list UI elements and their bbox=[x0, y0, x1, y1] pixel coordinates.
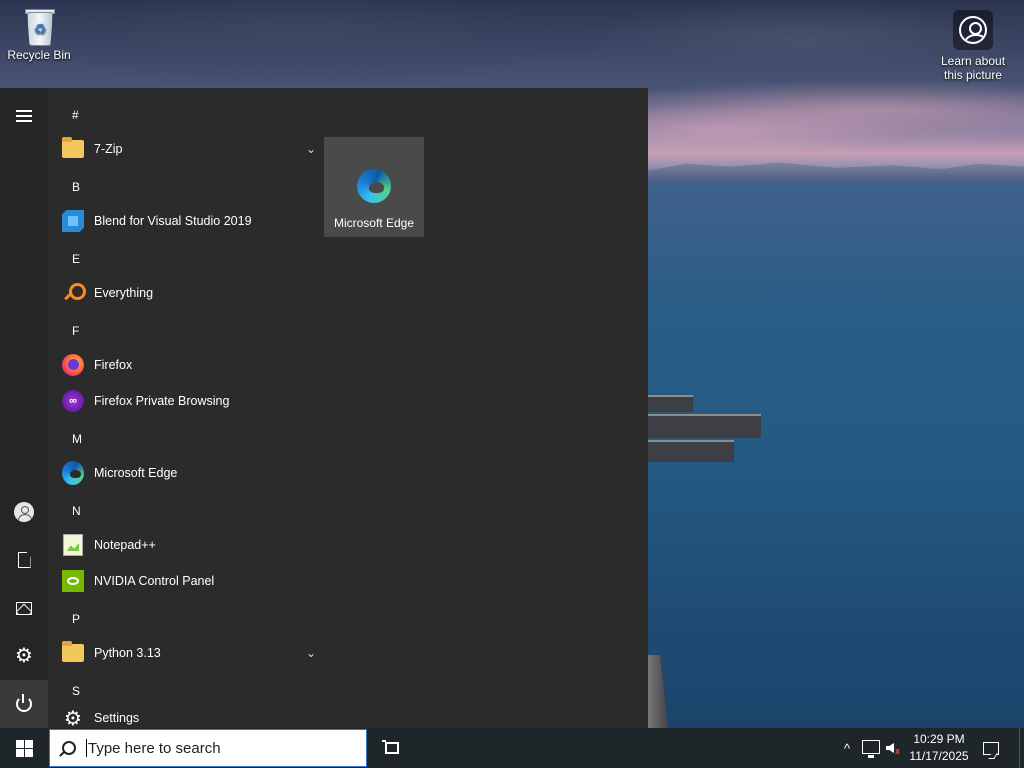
network-icon[interactable] bbox=[862, 740, 880, 758]
section-header[interactable]: S bbox=[72, 684, 80, 698]
show-hidden-icons-button[interactable]: ^ bbox=[838, 728, 856, 768]
hamburger-menu-icon bbox=[16, 110, 32, 122]
app-item-everything[interactable]: Everything bbox=[62, 275, 318, 311]
section-header[interactable]: P bbox=[72, 612, 80, 626]
section-header[interactable]: # bbox=[72, 108, 79, 122]
volume-muted-icon[interactable]: x bbox=[886, 740, 904, 756]
app-item-notepadpp[interactable]: Notepad++ bbox=[62, 527, 318, 563]
app-label: NVIDIA Control Panel bbox=[94, 574, 215, 588]
wallpaper-cliff bbox=[648, 655, 668, 728]
chevron-up-icon: ^ bbox=[843, 740, 851, 756]
section-header[interactable]: M bbox=[72, 432, 82, 446]
section-header[interactable]: N bbox=[72, 504, 81, 518]
chevron-down-icon: ⌄ bbox=[305, 142, 317, 156]
pictures-button[interactable] bbox=[0, 584, 48, 632]
app-label: Microsoft Edge bbox=[94, 466, 178, 480]
app-label: Firefox Private Browsing bbox=[94, 394, 230, 408]
app-label: 7-Zip bbox=[94, 142, 123, 156]
task-view-button[interactable] bbox=[380, 728, 404, 768]
wallpaper-pier bbox=[648, 414, 761, 438]
section-header[interactable]: F bbox=[72, 324, 79, 338]
search-placeholder: Type here to search bbox=[88, 739, 221, 757]
app-label: Notepad++ bbox=[94, 538, 156, 552]
notification-icon bbox=[983, 741, 999, 755]
app-label: Settings bbox=[94, 711, 140, 725]
user-icon bbox=[14, 502, 34, 522]
app-label: Firefox bbox=[94, 358, 133, 372]
edge-icon bbox=[357, 169, 391, 203]
power-button[interactable] bbox=[0, 680, 48, 728]
clock-time: 10:29 PM bbox=[913, 732, 965, 746]
tile-label: Microsoft Edge bbox=[333, 216, 415, 230]
app-item-blend[interactable]: Blend for Visual Studio 2019 bbox=[62, 203, 318, 239]
muted-mark: x bbox=[895, 746, 901, 756]
start-menu: ⚙ # 7-Zip ⌄ B Blend for Visual Studio 20… bbox=[0, 88, 648, 728]
app-list: # 7-Zip ⌄ B Blend for Visual Studio 2019… bbox=[48, 88, 320, 728]
clock-date: 11/17/2025 bbox=[909, 749, 969, 763]
gear-icon: ⚙ bbox=[64, 707, 82, 729]
chevron-down-icon: ⌄ bbox=[305, 646, 317, 660]
app-label: Python 3.13 bbox=[94, 646, 161, 660]
app-item-firefox-private[interactable]: ∞ Firefox Private Browsing bbox=[62, 383, 318, 419]
start-menu-rail: ⚙ bbox=[0, 88, 48, 728]
search-icon bbox=[62, 741, 76, 755]
task-view-icon bbox=[382, 740, 399, 754]
power-icon bbox=[16, 694, 32, 712]
document-icon bbox=[17, 552, 31, 568]
start-button[interactable] bbox=[0, 728, 48, 768]
clock[interactable]: 10:29 PM 11/17/2025 bbox=[905, 731, 973, 765]
taskbar-search-box[interactable]: Type here to search bbox=[49, 729, 367, 767]
app-item-python[interactable]: Python 3.13 ⌄ bbox=[62, 635, 318, 671]
taskbar: Type here to search ^ x 10:29 PM 11/17/2… bbox=[0, 728, 1024, 768]
app-item-7zip[interactable]: 7-Zip ⌄ bbox=[62, 131, 318, 167]
action-center-button[interactable] bbox=[981, 728, 1001, 768]
everything-search-icon bbox=[63, 283, 86, 303]
section-header[interactable]: B bbox=[72, 180, 80, 194]
app-label: Blend for Visual Studio 2019 bbox=[94, 214, 252, 228]
text-cursor bbox=[86, 739, 87, 757]
account-button[interactable] bbox=[0, 488, 48, 536]
firefox-icon bbox=[62, 354, 84, 376]
section-header[interactable]: E bbox=[72, 252, 80, 266]
app-item-microsoft-edge[interactable]: Microsoft Edge bbox=[62, 455, 318, 491]
tile-area: Microsoft Edge bbox=[320, 88, 648, 728]
tile-microsoft-edge[interactable]: Microsoft Edge bbox=[324, 137, 424, 237]
desktop-icon-label: Recycle Bin bbox=[7, 48, 71, 62]
show-desktop-button[interactable] bbox=[1019, 728, 1024, 768]
nvidia-icon bbox=[62, 570, 84, 592]
desktop-icon-learn-about-picture[interactable]: Learn about this picture bbox=[932, 10, 1014, 82]
app-label: Everything bbox=[94, 286, 154, 300]
desktop-icon-label: Learn about this picture bbox=[940, 54, 1006, 82]
folder-icon bbox=[62, 641, 84, 662]
documents-button[interactable] bbox=[0, 536, 48, 584]
blend-icon bbox=[62, 210, 84, 232]
notepadpp-icon bbox=[63, 534, 83, 556]
app-item-firefox[interactable]: Firefox bbox=[62, 347, 318, 383]
desktop-icon-recycle-bin[interactable]: ♻ Recycle Bin bbox=[4, 6, 74, 62]
learn-picture-icon bbox=[953, 10, 993, 50]
gear-icon: ⚙ bbox=[15, 645, 33, 667]
settings-button[interactable]: ⚙ bbox=[0, 632, 48, 680]
wallpaper-pier bbox=[648, 440, 734, 462]
firefox-private-icon: ∞ bbox=[62, 390, 84, 412]
wallpaper-pier bbox=[648, 395, 693, 412]
recycle-bin-icon: ♻ bbox=[22, 6, 56, 48]
pictures-icon bbox=[16, 601, 32, 615]
windows-logo-icon bbox=[15, 739, 33, 757]
app-item-settings[interactable]: ⚙ Settings bbox=[62, 700, 318, 729]
folder-icon bbox=[62, 137, 84, 158]
app-item-nvidia-control-panel[interactable]: NVIDIA Control Panel bbox=[62, 563, 318, 599]
edge-icon bbox=[62, 461, 84, 485]
expand-menu-button[interactable] bbox=[0, 92, 48, 140]
